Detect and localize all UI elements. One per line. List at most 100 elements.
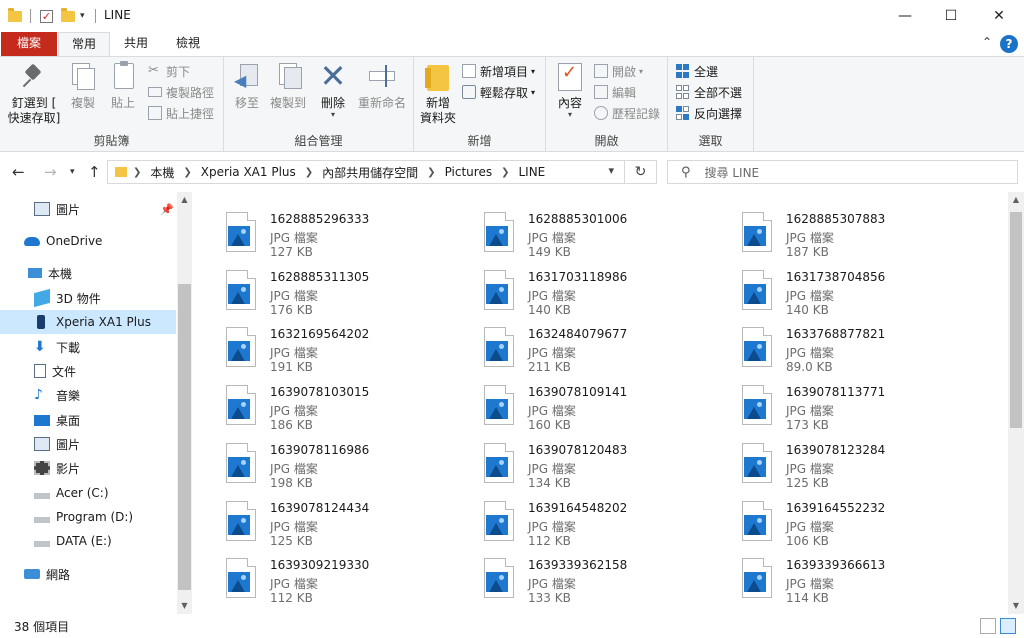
nav-item-drive-d[interactable]: Program (D:): [0, 505, 176, 529]
maximize-button[interactable]: ☐: [928, 0, 974, 32]
scroll-up-arrow-icon[interactable]: ▲: [1008, 192, 1024, 208]
collapse-ribbon-icon[interactable]: ⌃: [982, 35, 992, 49]
nav-item-documents[interactable]: 文件: [0, 359, 176, 383]
search-input[interactable]: 搜尋 LINE: [705, 164, 760, 181]
details-view-icon[interactable]: [980, 618, 996, 634]
large-icons-view-icon[interactable]: [1000, 618, 1016, 634]
tab-file[interactable]: 檔案: [1, 32, 57, 56]
breadcrumb-device[interactable]: Xperia XA1 Plus: [201, 165, 296, 179]
new-folder-quick-button[interactable]: [61, 7, 75, 25]
nav-item-pictures[interactable]: 圖片: [0, 432, 176, 456]
file-item[interactable]: 1632169564202 JPG 檔案 191 KB: [224, 321, 474, 374]
pin-to-quick-access-button[interactable]: 釘選到 [ 快速存取]: [6, 61, 62, 126]
breadcrumb-pictures[interactable]: Pictures: [445, 165, 493, 179]
help-icon[interactable]: ?: [1000, 35, 1018, 53]
history-button[interactable]: 歷程記錄: [594, 103, 660, 123]
breadcrumb-chevron-icon[interactable]: ❯: [133, 167, 141, 178]
file-item[interactable]: 1639309219330 JPG 檔案 112 KB: [224, 552, 474, 605]
breadcrumb-chevron-icon[interactable]: ❯: [183, 167, 191, 178]
file-item[interactable]: 1639164552232 JPG 檔案 106 KB: [740, 495, 990, 548]
customize-quick-access-button[interactable]: ▾: [80, 7, 85, 25]
edit-button[interactable]: 編輯: [594, 82, 636, 102]
new-item-button[interactable]: 新增項目 ▾: [462, 61, 535, 81]
file-item[interactable]: 1639078103015 JPG 檔案 186 KB: [224, 379, 474, 432]
scroll-down-arrow-icon[interactable]: ▼: [177, 598, 192, 614]
nav-item-this-pc[interactable]: 本機: [0, 261, 176, 285]
nav-item-3d-objects[interactable]: 3D 物件: [0, 286, 176, 310]
nav-item-pictures-pinned[interactable]: 圖片 📌: [0, 197, 176, 221]
nav-item-videos[interactable]: 影片: [0, 456, 176, 480]
file-item[interactable]: 1632484079677 JPG 檔案 211 KB: [482, 321, 732, 374]
file-size: 125 KB: [270, 533, 313, 548]
breadcrumb-line[interactable]: LINE: [518, 165, 545, 179]
file-item[interactable]: 1639164548202 JPG 檔案 112 KB: [482, 495, 732, 548]
copy-path-button[interactable]: 複製路徑: [148, 82, 214, 102]
breadcrumb-chevron-icon[interactable]: ❯: [305, 167, 313, 178]
file-item[interactable]: 1639078124434 JPG 檔案 125 KB: [224, 495, 474, 548]
cut-button[interactable]: ✂ 剪下: [148, 61, 190, 81]
nav-item-desktop[interactable]: 桌面: [0, 408, 176, 432]
breadcrumb-chevron-icon[interactable]: ❯: [501, 167, 509, 178]
paste-button[interactable]: 貼上: [104, 61, 142, 111]
copy-to-button[interactable]: 複製到: [268, 61, 308, 111]
scroll-up-arrow-icon[interactable]: ▲: [177, 192, 192, 208]
file-item[interactable]: 1639078116986 JPG 檔案 198 KB: [224, 437, 474, 490]
file-item[interactable]: 1631703118986 JPG 檔案 140 KB: [482, 264, 732, 317]
nav-item-music[interactable]: ♪ 音樂: [0, 383, 176, 407]
rename-button[interactable]: 重新命名: [354, 61, 410, 111]
file-item[interactable]: 1628885307883 JPG 檔案 187 KB: [740, 206, 990, 259]
file-item[interactable]: 1633768877821 JPG 檔案 89.0 KB: [740, 321, 990, 374]
pin-icon[interactable]: 📌: [160, 203, 174, 216]
scroll-down-arrow-icon[interactable]: ▼: [1008, 598, 1024, 614]
up-arrow-icon[interactable]: ↑: [88, 163, 101, 181]
file-item[interactable]: 1639339366613 JPG 檔案 114 KB: [740, 552, 990, 605]
file-item[interactable]: 1628885296333 JPG 檔案 127 KB: [224, 206, 474, 259]
refresh-icon[interactable]: ↻: [624, 161, 656, 183]
select-all-button[interactable]: 全選: [676, 61, 718, 81]
file-item[interactable]: 1639078120483 JPG 檔案 134 KB: [482, 437, 732, 490]
nav-item-drive-c[interactable]: Acer (C:): [0, 481, 176, 505]
content-scroll-thumb[interactable]: [1010, 212, 1022, 428]
address-bar[interactable]: ❯ 本機 ❯ Xperia XA1 Plus ❯ 內部共用儲存空間 ❯ Pict…: [107, 160, 657, 184]
tab-view[interactable]: 檢視: [162, 32, 214, 56]
nav-scroll-thumb[interactable]: [178, 284, 191, 590]
invert-selection-button[interactable]: 反向選擇: [676, 103, 742, 123]
back-arrow-icon[interactable]: ←: [12, 163, 25, 181]
breadcrumb-chevron-icon[interactable]: ❯: [427, 167, 435, 178]
forward-arrow-icon[interactable]: →: [44, 163, 57, 181]
paste-shortcut-button[interactable]: 貼上捷徑: [148, 103, 214, 123]
file-item[interactable]: 1628885311305 JPG 檔案 176 KB: [224, 264, 474, 317]
breadcrumb-this-pc[interactable]: 本機: [150, 164, 174, 181]
nav-item-xperia-selected[interactable]: Xperia XA1 Plus: [0, 310, 176, 334]
open-button[interactable]: 開啟 ▾: [594, 61, 643, 81]
breadcrumb-storage[interactable]: 內部共用儲存空間: [322, 164, 418, 181]
properties-button[interactable]: 內容 ▾: [552, 61, 588, 119]
nav-item-network[interactable]: 網路: [0, 562, 176, 586]
file-item[interactable]: 1628885301006 JPG 檔案 149 KB: [482, 206, 732, 259]
select-none-button[interactable]: 全部不選: [676, 82, 742, 102]
easy-access-button[interactable]: 輕鬆存取 ▾: [462, 82, 535, 102]
nav-item-onedrive[interactable]: OneDrive: [0, 229, 176, 253]
properties-quick-button[interactable]: ✓: [40, 7, 53, 25]
close-button[interactable]: ✕: [976, 0, 1022, 32]
tab-share[interactable]: 共用: [112, 32, 160, 56]
new-folder-button[interactable]: 新增 資料夾: [418, 61, 458, 126]
recent-locations-chevron-icon[interactable]: ▾: [70, 167, 75, 177]
move-to-button[interactable]: ◀ 移至: [230, 61, 264, 111]
file-item[interactable]: 1639078113771 JPG 檔案 173 KB: [740, 379, 990, 432]
file-item[interactable]: 1639339362158 JPG 檔案 133 KB: [482, 552, 732, 605]
delete-button[interactable]: ✕ 刪除 ▾: [318, 60, 348, 119]
search-box[interactable]: ⚲ 搜尋 LINE: [667, 160, 1018, 184]
nav-pane-scrollbar[interactable]: ▲ ▼: [177, 192, 192, 614]
address-dropdown-icon[interactable]: ▾: [608, 164, 614, 177]
copy-button[interactable]: 複製: [64, 61, 102, 111]
file-size: 140 KB: [786, 302, 829, 317]
nav-item-downloads[interactable]: ⬇ 下載: [0, 335, 176, 359]
file-item[interactable]: 1639078109141 JPG 檔案 160 KB: [482, 379, 732, 432]
file-item[interactable]: 1631738704856 JPG 檔案 140 KB: [740, 264, 990, 317]
minimize-button[interactable]: —: [882, 0, 928, 32]
tab-home[interactable]: 常用: [58, 32, 110, 57]
content-scrollbar[interactable]: ▲ ▼: [1008, 192, 1024, 614]
nav-item-drive-e[interactable]: DATA (E:): [0, 529, 176, 553]
file-item[interactable]: 1639078123284 JPG 檔案 125 KB: [740, 437, 990, 490]
